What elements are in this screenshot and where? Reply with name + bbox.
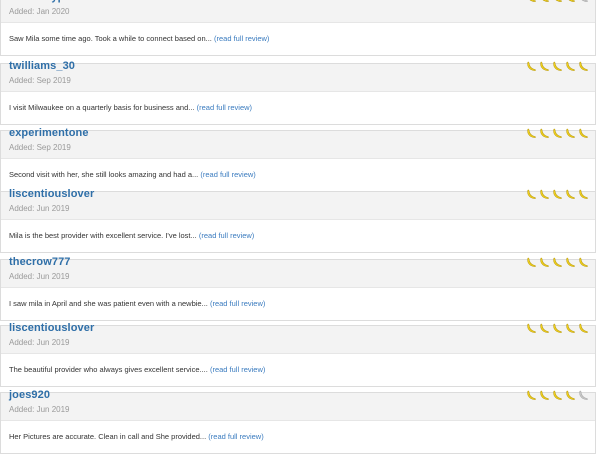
review-body: I visit Milwaukee on a quarterly basis f…	[1, 92, 595, 124]
banana-icon	[568, 0, 575, 2]
banana-icon	[553, 390, 562, 400]
review-card: experimentone Added: Sep 2019 Second vis…	[0, 127, 596, 192]
banana-rating	[526, 0, 589, 3]
banana-icon	[527, 257, 536, 267]
banana-icon	[555, 0, 562, 2]
banana-icon	[553, 323, 562, 333]
banana-icon	[566, 390, 575, 400]
review-card: liscentiouslover Added: Jun 2019 Mila is…	[0, 188, 596, 253]
review-card: thecrow777 Added: Jun 2019 I saw mila in…	[0, 256, 596, 321]
review-date: Added: Jan 2020	[9, 7, 70, 16]
reviewer-username-link[interactable]: joes920	[9, 389, 50, 401]
review-body: Her Pictures are accurate. Clean in call…	[1, 421, 595, 453]
read-full-review-link[interactable]: (read full review)	[200, 170, 255, 179]
review-header: liscentiouslover Added: Jun 2019	[1, 188, 595, 220]
banana-empty-icon	[579, 390, 588, 400]
review-body: I saw mila in April and she was patient …	[1, 288, 595, 320]
reviewer-username-link[interactable]: liscentiouslover	[9, 322, 94, 334]
review-body: Mila is the best provider with excellent…	[1, 220, 595, 252]
review-header: twilliams_30 Added: Sep 2019	[1, 60, 595, 92]
review-card: joes920 Added: Jun 2019 Her Pictures are…	[0, 389, 596, 454]
reviewer-username-link[interactable]: overfortyplus69	[9, 0, 93, 3]
read-full-review-link[interactable]: (read full review)	[214, 34, 269, 43]
review-date: Added: Sep 2019	[9, 76, 71, 85]
reviewer-username-link[interactable]: thecrow777	[9, 256, 71, 268]
review-header: thecrow777 Added: Jun 2019	[1, 256, 595, 288]
banana-icon	[566, 323, 575, 333]
banana-icon	[540, 390, 549, 400]
review-date: Added: Jun 2019	[9, 272, 70, 281]
banana-icon	[579, 323, 588, 333]
banana-icon	[542, 0, 549, 2]
review-date: Added: Jun 2019	[9, 338, 70, 347]
review-snippet: I visit Milwaukee on a quarterly basis f…	[9, 103, 252, 112]
review-snippet-text: Mila is the best provider with excellent…	[9, 231, 197, 240]
banana-icon	[527, 323, 536, 333]
banana-icon	[527, 61, 536, 71]
banana-icon	[579, 128, 588, 138]
review-snippet: I saw mila in April and she was patient …	[9, 299, 265, 308]
banana-icon	[540, 61, 549, 71]
review-date: Added: Jun 2019	[9, 405, 70, 414]
banana-rating	[526, 257, 589, 268]
banana-icon	[527, 390, 536, 400]
read-full-review-link[interactable]: (read full review)	[210, 365, 265, 374]
banana-icon	[540, 257, 549, 267]
banana-icon	[579, 257, 588, 267]
review-card: twilliams_30 Added: Sep 2019 I visit Mil…	[0, 60, 596, 125]
review-header: experimentone Added: Sep 2019	[1, 127, 595, 159]
banana-icon	[540, 323, 549, 333]
review-snippet: Mila is the best provider with excellent…	[9, 231, 254, 240]
banana-icon	[579, 189, 588, 199]
banana-icon	[529, 0, 536, 2]
review-date: Added: Sep 2019	[9, 143, 71, 152]
banana-icon	[540, 189, 549, 199]
banana-empty-icon	[581, 0, 588, 2]
banana-rating	[526, 128, 589, 139]
banana-icon	[566, 189, 575, 199]
review-snippet-text: I visit Milwaukee on a quarterly basis f…	[9, 103, 195, 112]
review-snippet: Second visit with her, she still looks a…	[9, 170, 256, 179]
review-snippet-text: Second visit with her, she still looks a…	[9, 170, 199, 179]
review-card: overfortyplus69 Added: Jan 2020 Saw Mila…	[0, 0, 596, 56]
banana-icon	[579, 61, 588, 71]
review-body: The beautiful provider who always gives …	[1, 354, 595, 386]
read-full-review-link[interactable]: (read full review)	[197, 103, 252, 112]
reviewer-username-link[interactable]: liscentiouslover	[9, 188, 94, 200]
read-full-review-link[interactable]: (read full review)	[208, 432, 263, 441]
review-header: overfortyplus69 Added: Jan 2020	[1, 0, 595, 23]
banana-rating	[526, 189, 589, 200]
review-snippet: Saw Mila some time ago. Took a while to …	[9, 34, 269, 43]
reviewer-username-link[interactable]: experimentone	[9, 127, 89, 139]
banana-icon	[553, 128, 562, 138]
review-snippet-text: I saw mila in April and she was patient …	[9, 299, 208, 308]
banana-icon	[566, 61, 575, 71]
banana-icon	[566, 257, 575, 267]
review-snippet-text: The beautiful provider who always gives …	[9, 365, 208, 374]
banana-icon	[540, 128, 549, 138]
banana-icon	[566, 128, 575, 138]
review-snippet-text: Saw Mila some time ago. Took a while to …	[9, 34, 212, 43]
banana-icon	[553, 61, 562, 71]
banana-icon	[553, 257, 562, 267]
review-header: liscentiouslover Added: Jun 2019	[1, 322, 595, 354]
review-body: Saw Mila some time ago. Took a while to …	[1, 23, 595, 55]
read-full-review-link[interactable]: (read full review)	[199, 231, 254, 240]
review-date: Added: Jun 2019	[9, 204, 70, 213]
banana-icon	[527, 189, 536, 199]
read-full-review-link[interactable]: (read full review)	[210, 299, 265, 308]
banana-icon	[553, 189, 562, 199]
review-header: joes920 Added: Jun 2019	[1, 389, 595, 421]
banana-rating	[526, 390, 589, 401]
banana-icon	[527, 128, 536, 138]
review-body: Second visit with her, she still looks a…	[1, 159, 595, 191]
reviewer-username-link[interactable]: twilliams_30	[9, 60, 75, 72]
review-snippet: The beautiful provider who always gives …	[9, 365, 265, 374]
review-card: liscentiouslover Added: Jun 2019 The bea…	[0, 322, 596, 387]
banana-rating	[526, 61, 589, 72]
review-snippet-text: Her Pictures are accurate. Clean in call…	[9, 432, 207, 441]
review-snippet: Her Pictures are accurate. Clean in call…	[9, 432, 264, 441]
banana-rating	[526, 323, 589, 334]
